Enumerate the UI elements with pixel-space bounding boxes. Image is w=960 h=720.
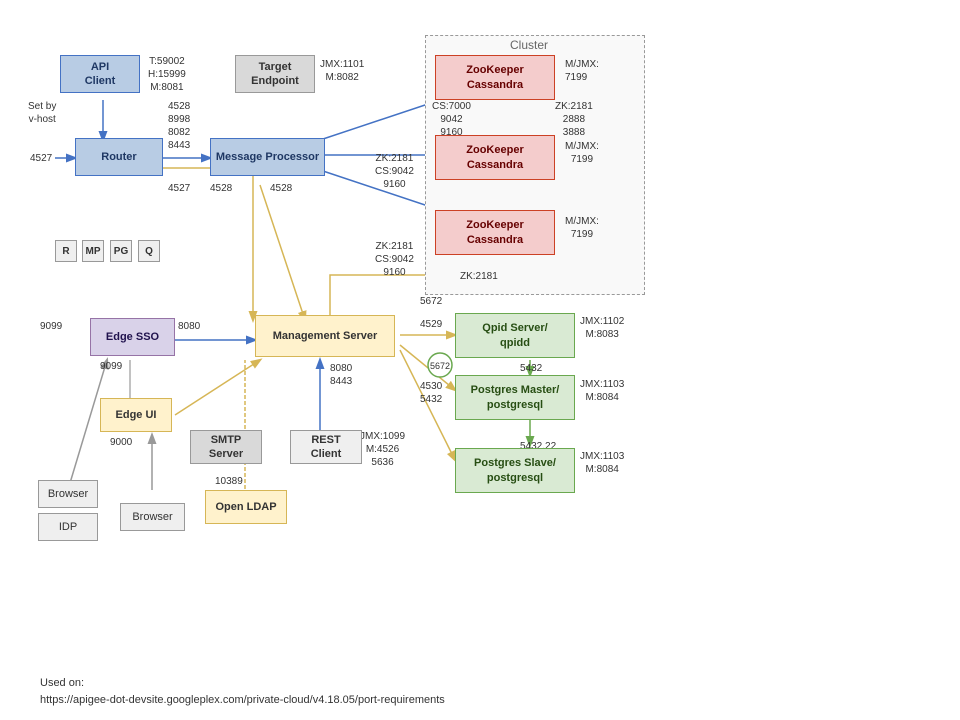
api-client-node: APIClient bbox=[60, 55, 140, 93]
message-processor-node: Message Processor bbox=[210, 138, 325, 176]
port-5672-top: 5672 bbox=[420, 295, 442, 308]
zk1-right-ports: ZK:218128883888 bbox=[555, 100, 593, 139]
edge-sso-port-9099: 9099 bbox=[40, 320, 62, 333]
target-endpoint-node: TargetEndpoint bbox=[235, 55, 315, 93]
mp-port-4528: 4528 bbox=[210, 182, 232, 195]
idp-node: IDP bbox=[38, 513, 98, 541]
zk1-left-ports: CS:700090429160 bbox=[432, 100, 471, 139]
qpid-jmx: JMX:1102M:8083 bbox=[580, 315, 624, 341]
browser-1-node: Browser bbox=[38, 480, 98, 508]
pg-ports: 45305432 bbox=[420, 380, 442, 406]
router-4527-bottom: 4527 bbox=[168, 182, 190, 195]
router-node: Router bbox=[75, 138, 163, 176]
rest-client-node: RESTClient bbox=[290, 430, 362, 464]
mp-ports-left: 4528899880828443 bbox=[168, 100, 190, 152]
mp-port-4528-2: 4528 bbox=[270, 182, 292, 195]
zk-2181-label: ZK:2181 bbox=[460, 270, 498, 283]
edge-sso-port-8080: 8080 bbox=[178, 320, 200, 333]
pg-jmx-ports: JMX:1099M:45265636 bbox=[360, 430, 405, 469]
zk-jmx-3: M/JMX:7199 bbox=[565, 215, 599, 241]
legend-pg: PG bbox=[110, 240, 132, 262]
pg-master-jmx: JMX:1103M:8084 bbox=[580, 378, 624, 404]
zk-cassandra-2-node: ZooKeeperCassandra bbox=[435, 135, 555, 180]
footer-line2: https://apigee-dot-devsite.googleplex.co… bbox=[40, 692, 445, 710]
zk-cassandra-1-node: ZooKeeperCassandra bbox=[435, 55, 555, 100]
qpid-server-node: Qpid Server/qpidd bbox=[455, 313, 575, 358]
edge-ui-node: Edge UI bbox=[100, 398, 172, 432]
zk-jmx-2: M/JMX:7199 bbox=[565, 140, 599, 166]
pg-slave-jmx: JMX:1103M:8084 bbox=[580, 450, 624, 476]
api-client-note: T:59002H:15999M:8081 bbox=[148, 55, 186, 94]
port-4527-left: 4527 bbox=[30, 152, 52, 165]
port-5432: 5432 bbox=[520, 362, 542, 375]
legend-mp: MP bbox=[82, 240, 104, 262]
target-endpoint-note: JMX:1101M:8082 bbox=[320, 58, 364, 84]
port-4529: 4529 bbox=[420, 318, 442, 331]
svg-text:5672: 5672 bbox=[430, 361, 450, 371]
edge-sso-port-9099-2: 9099 bbox=[100, 360, 122, 373]
mgmt-ports: 80808443 bbox=[330, 362, 352, 388]
diagram: 5672 Cluster APIClient T:59002H:15999M:8… bbox=[0, 0, 960, 660]
open-ldap-node: Open LDAP bbox=[205, 490, 287, 524]
mp-zk-ports: ZK:2181CS:90429160 bbox=[375, 152, 414, 191]
open-ldap-port: 10389 bbox=[215, 475, 243, 488]
cluster-label: Cluster bbox=[510, 38, 548, 52]
footer: Used on: https://apigee-dot-devsite.goog… bbox=[40, 675, 445, 710]
postgres-master-node: Postgres Master/postgresql bbox=[455, 375, 575, 420]
edge-sso-node: Edge SSO bbox=[90, 318, 175, 356]
mp-zk-ports2: ZK:2181CS:90429160 bbox=[375, 240, 414, 279]
smtp-server-node: SMTPServer bbox=[190, 430, 262, 464]
postgres-slave-node: Postgres Slave/postgresql bbox=[455, 448, 575, 493]
edge-ui-port: 9000 bbox=[110, 436, 132, 449]
legend-q: Q bbox=[138, 240, 160, 262]
browser-2-node: Browser bbox=[120, 503, 185, 531]
management-server-node: Management Server bbox=[255, 315, 395, 357]
router-vhost-label: Set byv-host bbox=[28, 100, 56, 126]
footer-line1: Used on: bbox=[40, 675, 445, 693]
zk-cassandra-3-node: ZooKeeperCassandra bbox=[435, 210, 555, 255]
legend-r: R bbox=[55, 240, 77, 262]
